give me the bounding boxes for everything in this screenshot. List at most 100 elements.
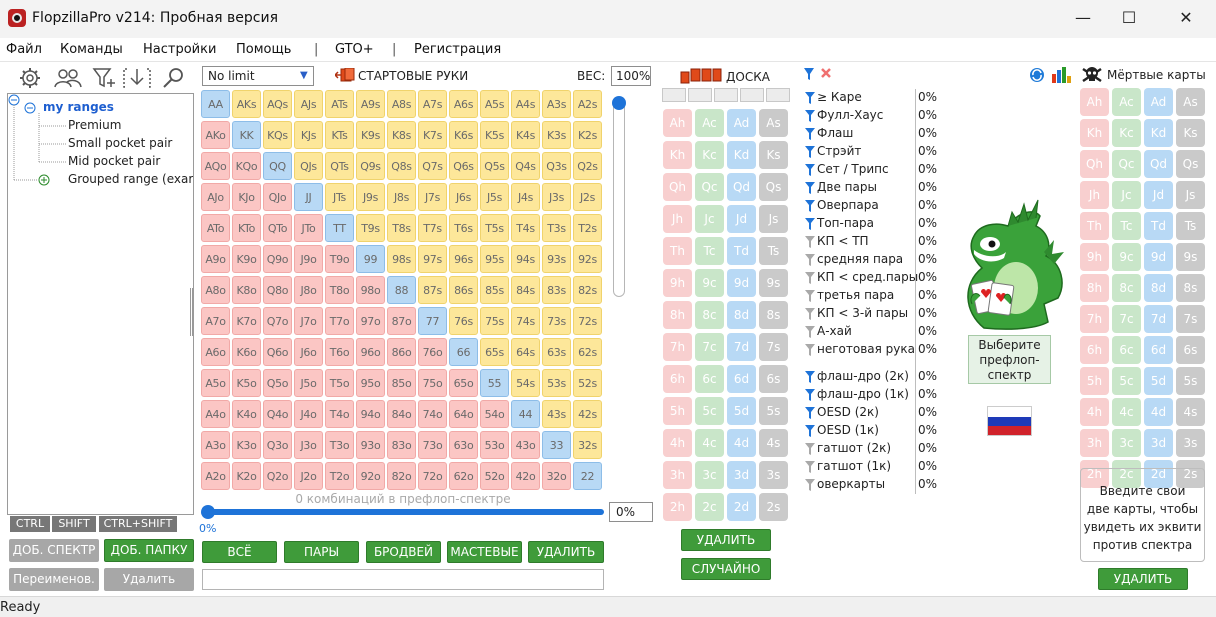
hand-cell-96s[interactable]: 96s — [449, 245, 478, 273]
hand-cell-A8s[interactable]: A8s — [387, 90, 416, 118]
hand-cell-Q8s[interactable]: Q8s — [387, 152, 416, 180]
board-card-2h[interactable]: 2h — [663, 493, 692, 521]
hand-cell-A2o[interactable]: A2o — [201, 462, 230, 490]
hand-cell-KJo[interactable]: KJo — [232, 183, 261, 211]
filter-funnel-icon[interactable] — [805, 128, 815, 140]
tree-root-my-ranges[interactable]: my ranges — [43, 100, 114, 114]
filter-label[interactable]: гатшот (1к) — [817, 459, 891, 473]
hand-cell-K6o[interactable]: K6o — [232, 338, 261, 366]
board-card-5c[interactable]: 5c — [695, 397, 724, 425]
hand-cell-K4s[interactable]: K4s — [511, 121, 540, 149]
hand-cell-T3s[interactable]: T3s — [542, 214, 571, 242]
dead-card-9s[interactable]: 9s — [1176, 243, 1205, 271]
hand-cell-K7s[interactable]: K7s — [418, 121, 447, 149]
board-card-9d[interactable]: 9d — [727, 269, 756, 297]
dead-card-6d[interactable]: 6d — [1144, 336, 1173, 364]
users-icon[interactable] — [53, 66, 83, 90]
tree-item-grouped-range[interactable]: Grouped range (exar — [68, 172, 193, 186]
hand-cell-ATo[interactable]: ATo — [201, 214, 230, 242]
hand-cell-99[interactable]: 99 — [356, 245, 385, 273]
dead-card-Qd[interactable]: Qd — [1144, 150, 1173, 178]
hand-cell-Q3s[interactable]: Q3s — [542, 152, 571, 180]
dead-card-Jd[interactable]: Jd — [1144, 181, 1173, 209]
dead-card-5c[interactable]: 5c — [1112, 367, 1141, 395]
filter-label[interactable]: неготовая рука — [817, 342, 915, 356]
hand-cell-63o[interactable]: 63o — [449, 431, 478, 459]
dead-cards-clear-button[interactable]: УДАЛИТЬ — [1098, 568, 1188, 590]
hand-cell-Q7s[interactable]: Q7s — [418, 152, 447, 180]
hand-cell-Q5s[interactable]: Q5s — [480, 152, 509, 180]
hand-cell-84o[interactable]: 84o — [387, 400, 416, 428]
filter-label[interactable]: Флаш — [817, 126, 853, 140]
filter-add-icon[interactable] — [92, 66, 116, 90]
minimize-button[interactable]: — — [1060, 0, 1106, 36]
dead-card-Ts[interactable]: Ts — [1176, 212, 1205, 240]
hand-cell-A7o[interactable]: A7o — [201, 307, 230, 335]
weight-vertical-slider[interactable] — [613, 99, 625, 297]
board-card-Kc[interactable]: Kc — [695, 141, 724, 169]
rename-button[interactable]: Переименов. — [9, 568, 99, 591]
filter-funnel-icon[interactable] — [805, 236, 815, 248]
board-card-Ac[interactable]: Ac — [695, 109, 724, 137]
hand-cell-K2s[interactable]: K2s — [573, 121, 602, 149]
hand-cell-K5s[interactable]: K5s — [480, 121, 509, 149]
board-card-8h[interactable]: 8h — [663, 301, 692, 329]
hand-cell-K4o[interactable]: K4o — [232, 400, 261, 428]
hand-cell-KTo[interactable]: KTo — [232, 214, 261, 242]
dead-card-7h[interactable]: 7h — [1080, 305, 1109, 333]
dead-card-Kh[interactable]: Kh — [1080, 119, 1109, 147]
hand-cell-Q4o[interactable]: Q4o — [263, 400, 292, 428]
hand-cell-K6s[interactable]: K6s — [449, 121, 478, 149]
hand-cell-77[interactable]: 77 — [418, 307, 447, 335]
dead-card-Td[interactable]: Td — [1144, 212, 1173, 240]
hand-cell-K9o[interactable]: K9o — [232, 245, 261, 273]
dead-card-3h[interactable]: 3h — [1080, 429, 1109, 457]
hand-cell-T4o[interactable]: T4o — [325, 400, 354, 428]
hand-cell-J7s[interactable]: J7s — [418, 183, 447, 211]
dead-card-8s[interactable]: 8s — [1176, 274, 1205, 302]
filter-label[interactable]: КП < ТП — [817, 234, 869, 248]
hand-cell-88[interactable]: 88 — [387, 276, 416, 304]
dropdown-arrow-icon[interactable]: ▼ — [300, 70, 308, 81]
dead-card-9c[interactable]: 9c — [1112, 243, 1141, 271]
hand-cell-54s[interactable]: 54s — [511, 369, 540, 397]
hand-cell-22[interactable]: 22 — [573, 462, 602, 490]
maximize-button[interactable]: ☐ — [1106, 0, 1152, 36]
hand-grid[interactable]: AA AKs AQs AJs ATs A9s A8s A7s A6s A5s A4s A3s A2s AK… — [201, 90, 605, 490]
hand-cell-85s[interactable]: 85s — [480, 276, 509, 304]
hand-cell-92s[interactable]: 92s — [573, 245, 602, 273]
hand-cell-65s[interactable]: 65s — [480, 338, 509, 366]
hand-cell-AQs[interactable]: AQs — [263, 90, 292, 118]
board-card-4c[interactable]: 4c — [695, 429, 724, 457]
dead-card-As[interactable]: As — [1176, 88, 1205, 116]
hand-cell-53o[interactable]: 53o — [480, 431, 509, 459]
hand-cell-Q3o[interactable]: Q3o — [263, 431, 292, 459]
hand-cell-62o[interactable]: 62o — [449, 462, 478, 490]
hand-cell-A2s[interactable]: A2s — [573, 90, 602, 118]
hand-cell-T6s[interactable]: T6s — [449, 214, 478, 242]
hand-cell-T7s[interactable]: T7s — [418, 214, 447, 242]
tree-item-premium[interactable]: Premium — [68, 118, 121, 132]
hand-cell-95s[interactable]: 95s — [480, 245, 509, 273]
hand-cell-QQ[interactable]: QQ — [263, 152, 292, 180]
filter-label[interactable]: гатшот (2к) — [817, 441, 891, 455]
hand-cell-K8s[interactable]: K8s — [387, 121, 416, 149]
hand-cell-Q8o[interactable]: Q8o — [263, 276, 292, 304]
hand-cell-J2s[interactable]: J2s — [573, 183, 602, 211]
range-tree[interactable]: my ranges Premium Small pocket pair Mid … — [7, 93, 194, 515]
hand-cell-32s[interactable]: 32s — [573, 431, 602, 459]
board-card-Td[interactable]: Td — [727, 237, 756, 265]
hand-cell-Q9s[interactable]: Q9s — [356, 152, 385, 180]
hand-cell-AJs[interactable]: AJs — [294, 90, 323, 118]
dead-card-6h[interactable]: 6h — [1080, 336, 1109, 364]
russian-flag-icon[interactable] — [987, 406, 1032, 436]
hand-cell-T5s[interactable]: T5s — [480, 214, 509, 242]
hand-cell-QJo[interactable]: QJo — [263, 183, 292, 211]
hand-cell-66[interactable]: 66 — [449, 338, 478, 366]
board-card-3c[interactable]: 3c — [695, 461, 724, 489]
range-percent-slider[interactable] — [205, 509, 604, 515]
dead-card-7s[interactable]: 7s — [1176, 305, 1205, 333]
clear-range-button[interactable]: УДАЛИТЬ — [528, 541, 604, 563]
board-card-Ks[interactable]: Ks — [759, 141, 788, 169]
hand-cell-A9o[interactable]: A9o — [201, 245, 230, 273]
